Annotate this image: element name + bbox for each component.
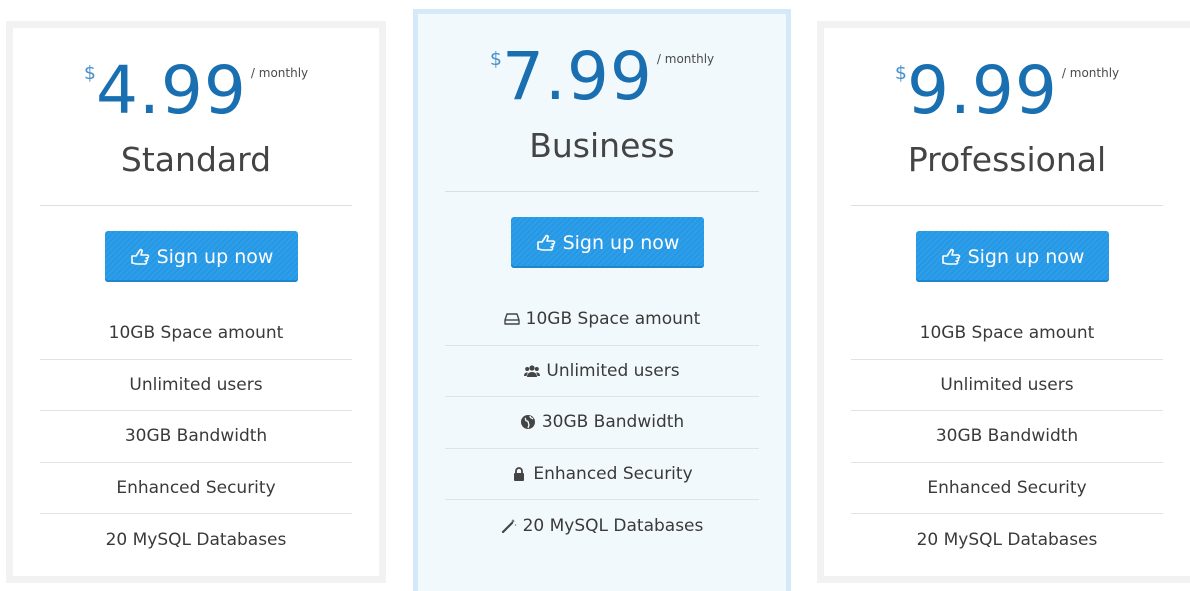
sign-up-button[interactable]: Sign up now — [105, 231, 298, 282]
price: $7.99/ monthly — [418, 44, 786, 110]
pricing-card-standard: $4.99/ monthly Standard Sign up now 10GB… — [6, 21, 386, 583]
list-item: 30GB Bandwidth — [445, 397, 759, 449]
feature-list: 10GB Space amount Unlimited users 30GB B… — [851, 308, 1163, 566]
hand-pointer-icon — [130, 248, 149, 265]
feature-label: 30GB Bandwidth — [935, 426, 1079, 447]
currency-symbol: $ — [894, 62, 907, 84]
hdd-icon — [503, 313, 520, 325]
list-item: 30GB Bandwidth — [851, 411, 1163, 463]
sign-up-label: Sign up now — [967, 245, 1085, 268]
list-item: 10GB Space amount — [851, 308, 1163, 360]
sign-up-button[interactable]: Sign up now — [916, 231, 1109, 282]
feature-label: 10GB Space amount — [108, 323, 284, 344]
feature-label: Enhanced Security — [927, 477, 1087, 498]
list-item: 10GB Space amount — [40, 308, 352, 360]
price-amount: 9.99 — [906, 52, 1058, 129]
users-icon — [524, 365, 541, 377]
globe-icon — [520, 415, 535, 430]
feature-label: 20 MySQL Databases — [916, 529, 1098, 550]
feature-label: 30GB Bandwidth — [124, 426, 268, 447]
feature-label: Unlimited users — [546, 360, 680, 381]
feature-label: 20 MySQL Databases — [105, 529, 287, 550]
pricing-card-professional: $9.99/ monthly Professional Sign up now … — [817, 21, 1190, 583]
feature-label: Unlimited users — [940, 374, 1074, 395]
billing-period: / monthly — [250, 66, 309, 80]
hand-pointer-icon — [941, 248, 960, 265]
feature-list: 10GB Space amount Unlimited users 30GB B… — [445, 294, 759, 552]
currency-symbol: $ — [489, 48, 502, 70]
list-item: 20 MySQL Databases — [40, 514, 352, 566]
divider — [40, 205, 352, 206]
feature-label: 10GB Space amount — [919, 323, 1095, 344]
list-item: Unlimited users — [40, 360, 352, 411]
sign-up-label: Sign up now — [562, 231, 680, 254]
plan-name: Professional — [907, 140, 1107, 179]
divider — [851, 205, 1163, 206]
billing-period: / monthly — [1061, 66, 1120, 80]
price: $4.99/ monthly — [13, 58, 379, 124]
feature-label: Enhanced Security — [533, 463, 693, 484]
list-item: 20 MySQL Databases — [445, 500, 759, 552]
currency-symbol: $ — [83, 62, 96, 84]
price-amount: 4.99 — [95, 52, 247, 129]
list-item: Enhanced Security — [40, 463, 352, 514]
list-item: Enhanced Security — [851, 463, 1163, 514]
list-item: Enhanced Security — [445, 449, 759, 500]
feature-label: Enhanced Security — [116, 477, 276, 498]
plan-name: Business — [529, 126, 675, 165]
magic-wand-icon — [501, 518, 517, 533]
feature-label: 20 MySQL Databases — [522, 515, 704, 536]
plan-name: Standard — [120, 140, 272, 179]
sign-up-button[interactable]: Sign up now — [511, 217, 704, 268]
feature-label: 10GB Space amount — [525, 309, 701, 330]
feature-label: 30GB Bandwidth — [541, 412, 685, 433]
list-item: 10GB Space amount — [445, 294, 759, 346]
list-item: Unlimited users — [445, 346, 759, 397]
feature-label: Unlimited users — [129, 374, 263, 395]
list-item: 30GB Bandwidth — [40, 411, 352, 463]
feature-list: 10GB Space amount Unlimited users 30GB B… — [40, 308, 352, 566]
billing-period: / monthly — [656, 52, 715, 66]
divider — [445, 191, 759, 192]
lock-icon — [514, 466, 525, 481]
sign-up-label: Sign up now — [156, 245, 274, 268]
hand-pointer-icon — [536, 234, 555, 251]
price-amount: 7.99 — [501, 38, 653, 115]
price: $9.99/ monthly — [824, 58, 1190, 124]
pricing-card-business: $7.99/ monthly Business Sign up now 10GB… — [413, 9, 791, 591]
list-item: Unlimited users — [851, 360, 1163, 411]
list-item: 20 MySQL Databases — [851, 514, 1163, 566]
